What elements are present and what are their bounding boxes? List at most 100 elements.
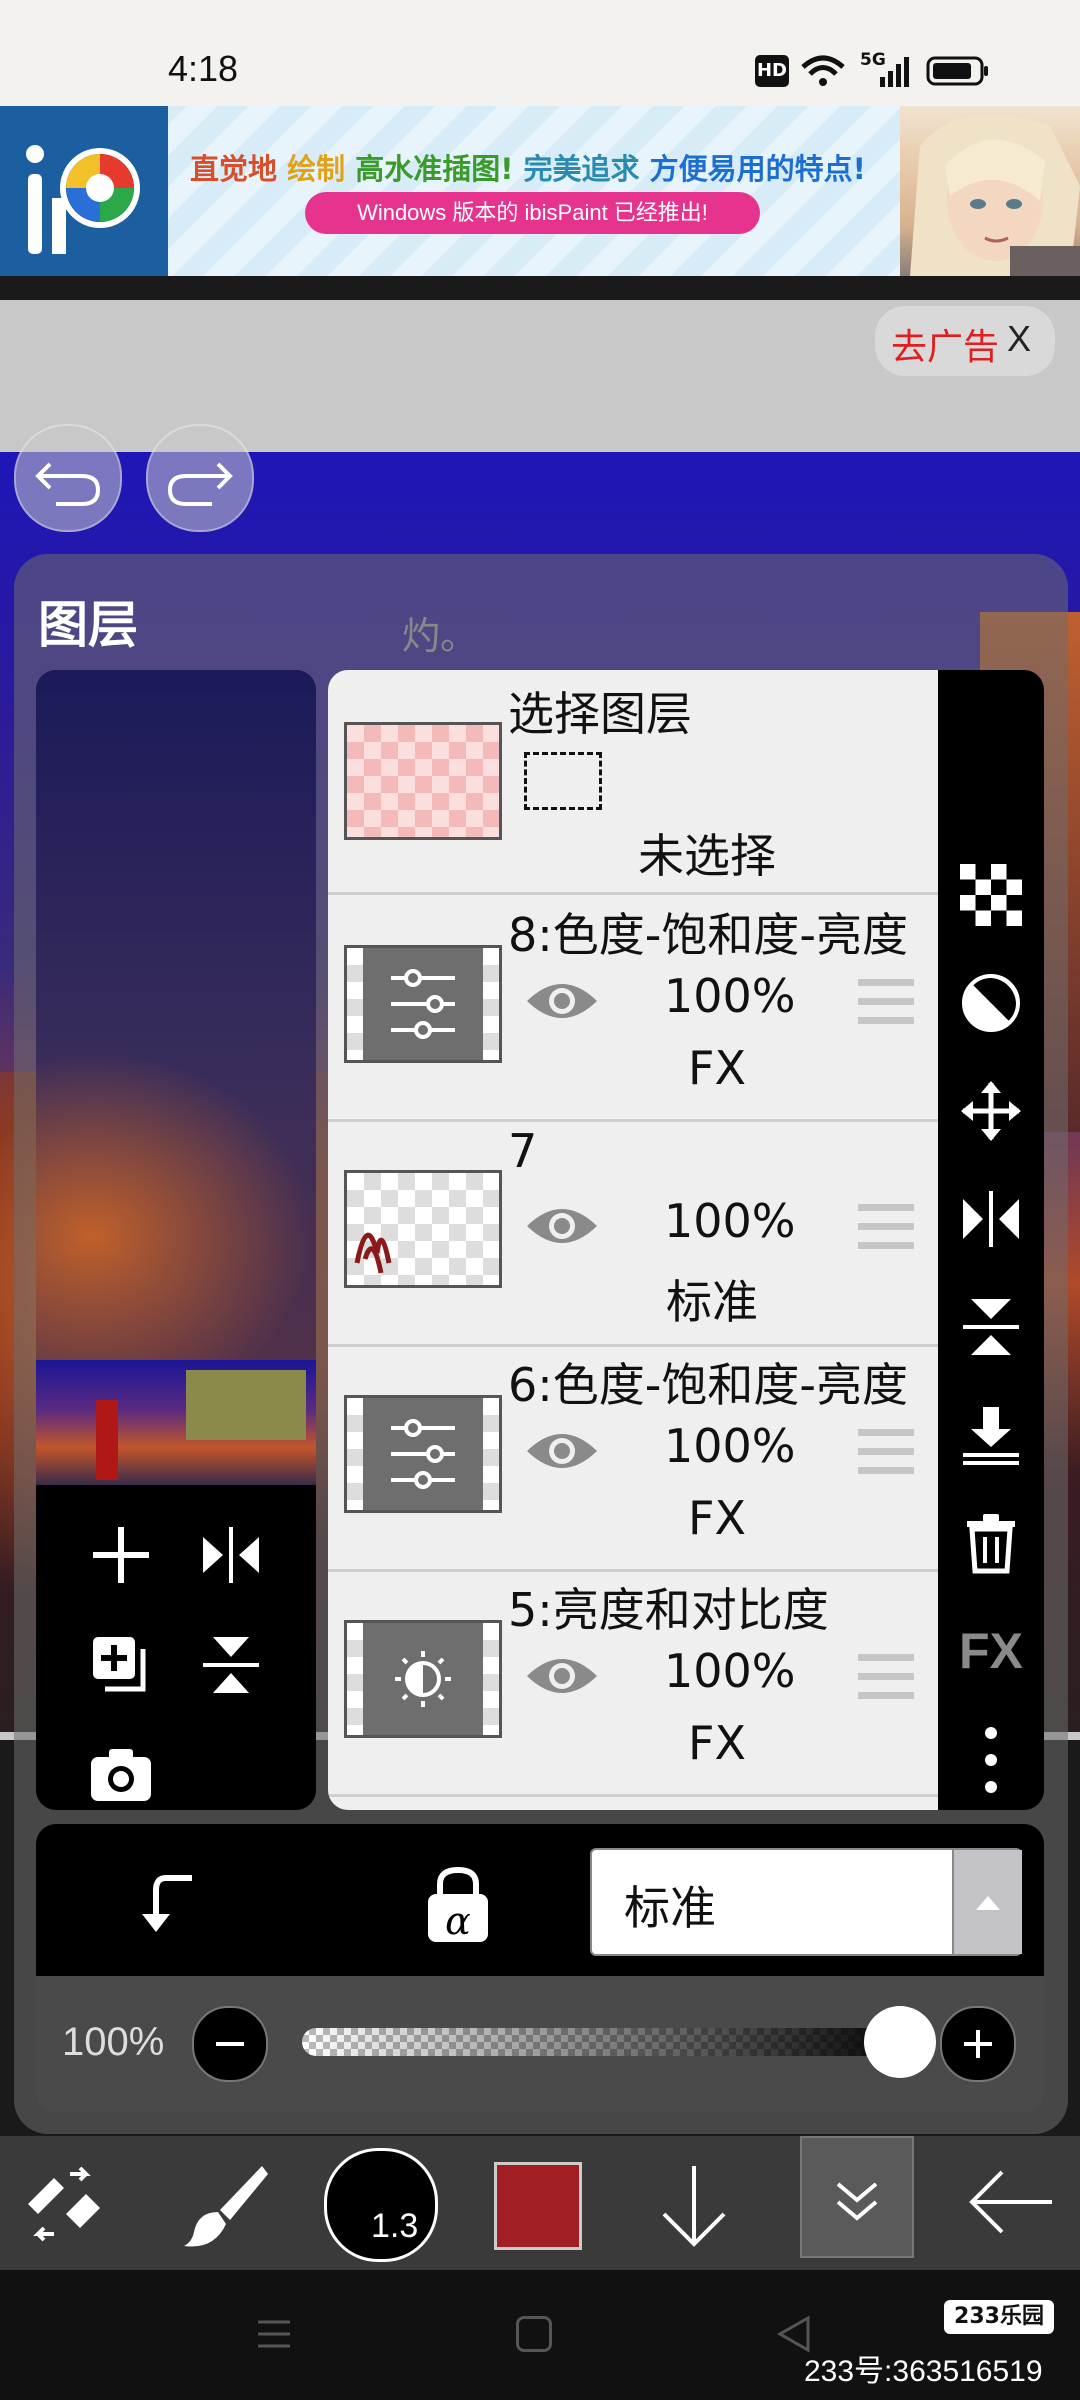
selection-layer-row[interactable]: 选择图层 未选择: [328, 670, 938, 895]
chevron-up-icon: [976, 1896, 1000, 1910]
tool-switch-button[interactable]: [24, 2164, 104, 2244]
site-id-watermark: 233号:363516519: [804, 2355, 1043, 2388]
flip-layer-vertical-button[interactable]: [186, 1620, 276, 1710]
layer-opacity: 100%: [664, 1644, 796, 1698]
opacity-slider-thumb[interactable]: [864, 2006, 936, 2078]
flip-vertical-button[interactable]: [938, 1282, 1044, 1372]
arrow-left-icon: [969, 2170, 1052, 2234]
layer-name: 7: [508, 1124, 538, 1178]
drag-handle-icon[interactable]: [858, 979, 914, 1029]
layer-opacity: 100%: [664, 1194, 796, 1248]
clip-to-layer-button[interactable]: [136, 1870, 208, 1942]
more-options-button[interactable]: [938, 1710, 1044, 1810]
visibility-eye-icon[interactable]: [524, 979, 600, 1023]
ad-banner[interactable]: iP 直觉地 绘制 高水准插图! 完美追求 方便易用的特点! Windows 版…: [0, 106, 1080, 276]
undo-button[interactable]: [14, 424, 122, 532]
tool-switch-icon: [28, 2166, 100, 2242]
flip-layer-horizontal-button[interactable]: [186, 1510, 276, 1600]
delete-layer-button[interactable]: [938, 1498, 1044, 1588]
layer-name: 8:色度-饱和度-亮度: [508, 908, 908, 962]
brush-tool-button[interactable]: [180, 2160, 270, 2250]
brush-icon: [184, 2166, 268, 2247]
add-layer-button[interactable]: [76, 1510, 166, 1600]
layer-thumbnail: [344, 1395, 502, 1513]
flip-vertical-icon: [963, 1299, 1019, 1355]
fx-icon: FX: [959, 1623, 1023, 1679]
collapse-panel-button[interactable]: [800, 2136, 914, 2258]
remove-ad-label: 去广告: [891, 327, 1000, 368]
home-button[interactable]: [516, 2316, 552, 2352]
opacity-slider[interactable]: [302, 2028, 916, 2056]
canvas-thumbnail[interactable]: [36, 1360, 316, 1485]
signal-icon: [880, 57, 909, 87]
dropdown-toggle[interactable]: [952, 1850, 1022, 1954]
selection-layer-title: 选择图层: [508, 687, 692, 741]
duplicate-layer-icon: [93, 1637, 146, 1692]
adjustment-sliders-icon: [391, 969, 455, 1039]
merge-down-button[interactable]: [938, 1390, 1044, 1480]
remove-ad-button[interactable]: 去广告 X: [875, 306, 1055, 376]
drag-handle-icon[interactable]: [858, 1204, 914, 1254]
svg-text:α: α: [445, 1899, 471, 1943]
layer-name: 6:色度-饱和度-亮度: [508, 1358, 908, 1412]
drag-handle-icon[interactable]: [858, 1429, 914, 1479]
main-toolbar: 1.3: [0, 2136, 1080, 2270]
visibility-eye-icon[interactable]: [524, 1204, 600, 1248]
fx-button[interactable]: FX: [938, 1606, 1044, 1696]
layer-preview-column: [36, 670, 316, 1810]
double-chevron-down-icon: [836, 2182, 878, 2221]
move-layer-button[interactable]: [938, 1066, 1044, 1156]
invert-icon: [962, 974, 1020, 1032]
minus-icon: [216, 2042, 244, 2046]
layer-preview: [36, 670, 316, 1360]
redo-button[interactable]: [146, 424, 254, 532]
adjustment-sliders-icon: [391, 1419, 455, 1489]
opacity-decrease-button[interactable]: [192, 2006, 268, 2082]
plus-icon: [964, 2030, 992, 2058]
menu-icon: [258, 2320, 290, 2348]
layer-blend-mode: 标准: [666, 1275, 758, 1329]
layer-row[interactable]: 6:色度-饱和度-亮度 100% FX: [328, 1345, 938, 1572]
close-ad-icon[interactable]: X: [1007, 318, 1031, 360]
artist-watermark: 灼。: [402, 614, 479, 658]
wifi-icon: [801, 55, 845, 86]
visibility-eye-icon[interactable]: [524, 1429, 600, 1473]
layer-row[interactable]: 8:色度-饱和度-亮度 100% FX: [328, 895, 938, 1122]
ad-portrait-image: [900, 106, 1080, 276]
visibility-eye-icon[interactable]: [524, 1654, 600, 1698]
trash-icon: [967, 1514, 1015, 1574]
layer-thumbnail: [344, 1170, 502, 1288]
layer-thumbnail: [344, 1620, 502, 1738]
flip-horizontal-icon: [203, 1527, 259, 1583]
alpha-lock-button[interactable]: α: [420, 1862, 496, 1946]
drag-handle-icon[interactable]: [858, 1654, 914, 1704]
invert-button[interactable]: [938, 958, 1044, 1048]
brush-size-button[interactable]: 1.3: [324, 2148, 438, 2262]
redo-icon: [167, 462, 233, 506]
layer-blend-mode: FX: [688, 1041, 746, 1095]
import-photo-button[interactable]: [76, 1728, 166, 1810]
layer-list[interactable]: 选择图层 未选择 8:色度-饱和度-亮度 100% FX 7 100% 标准 6…: [328, 670, 938, 1810]
opacity-increase-button[interactable]: [940, 2006, 1016, 2082]
layer-blend-mode: FX: [688, 1716, 746, 1770]
new-transparent-layer-button[interactable]: [938, 850, 1044, 940]
layer-button[interactable]: [654, 2160, 734, 2250]
back-button[interactable]: [966, 2162, 1056, 2242]
ad-pill-text[interactable]: Windows 版本的 ibisPaint 已经推出!: [305, 192, 760, 234]
flip-horizontal-icon: [963, 1191, 1019, 1247]
opacity-controls: 100%: [36, 1976, 1044, 2112]
layer-opacity: 100%: [664, 969, 796, 1023]
brightness-icon: [395, 1651, 451, 1707]
plus-icon: [93, 1527, 149, 1583]
duplicate-layer-button[interactable]: [76, 1620, 166, 1710]
layer-row[interactable]: 5:亮度和对比度 100% FX: [328, 1570, 938, 1797]
layer-thumbnail: [344, 945, 502, 1063]
color-swatch-button[interactable]: [494, 2162, 582, 2250]
layer-opacity: 100%: [664, 1419, 796, 1473]
blend-mode-select[interactable]: 标准: [590, 1848, 1022, 1956]
recent-apps-button[interactable]: [254, 2314, 294, 2354]
flip-horizontal-button[interactable]: [938, 1174, 1044, 1264]
layer-row[interactable]: 7 100% 标准: [328, 1120, 938, 1347]
selection-layer-thumbnail: [344, 722, 502, 840]
opacity-label: 100%: [62, 2020, 165, 2064]
